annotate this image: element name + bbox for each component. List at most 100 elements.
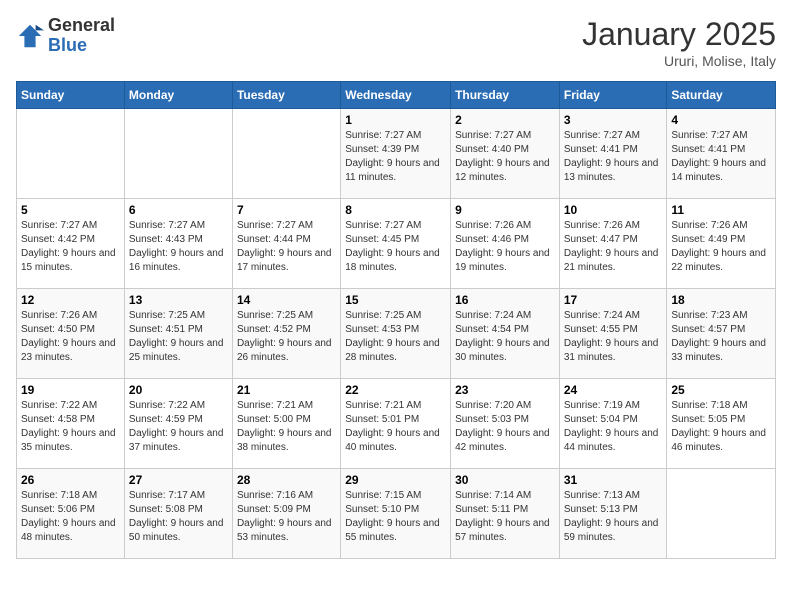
cell-details: Sunrise: 7:13 AM Sunset: 5:13 PM Dayligh…: [564, 489, 663, 545]
calendar-cell: 3 Sunrise: 7:27 AM Sunset: 4:41 PM Daylig…: [559, 109, 667, 199]
day-number: 17: [564, 293, 663, 307]
calendar-cell: 25Sunrise: 7:18 AM Sunset: 5:05 PM Dayli…: [667, 379, 776, 469]
logo-blue: Blue: [48, 36, 115, 56]
calendar-cell: 4Sunrise: 7:27 AM Sunset: 4:41 PM Daylig…: [667, 109, 776, 199]
month-title: January 2025: [582, 16, 776, 53]
calendar-cell: 13 Sunrise: 7:25 AM Sunset: 4:51 PM Dayli…: [124, 289, 232, 379]
day-number: 5: [21, 203, 120, 217]
week-row-1: 1Sunrise: 7:27 AM Sunset: 4:39 PM Daylig…: [17, 109, 776, 199]
calendar-cell: 18Sunrise: 7:23 AM Sunset: 4:57 PM Dayli…: [667, 289, 776, 379]
calendar-cell: 5 Sunrise: 7:27 AM Sunset: 4:42 PM Daylig…: [17, 199, 125, 289]
week-row-3: 12 Sunrise: 7:26 AM Sunset: 4:50 PM Dayli…: [17, 289, 776, 379]
calendar-cell: [17, 109, 125, 199]
cell-details: Sunrise: 7:27 AM Sunset: 4:42 PM Dayligh…: [21, 219, 120, 275]
cell-details: Sunrise: 7:26 AM Sunset: 4:46 PM Dayligh…: [455, 219, 555, 275]
day-number: 28: [237, 473, 336, 487]
calendar-cell: 9 Sunrise: 7:26 AM Sunset: 4:46 PM Daylig…: [451, 199, 560, 289]
calendar-cell: 12 Sunrise: 7:26 AM Sunset: 4:50 PM Dayli…: [17, 289, 125, 379]
cell-details: Sunrise: 7:25 AM Sunset: 4:53 PM Dayligh…: [345, 309, 446, 365]
day-number: 26: [21, 473, 120, 487]
calendar-cell: 14 Sunrise: 7:25 AM Sunset: 4:52 PM Dayli…: [232, 289, 340, 379]
day-number: 29: [345, 473, 446, 487]
day-number: 10: [564, 203, 663, 217]
weekday-header-wednesday: Wednesday: [341, 82, 451, 109]
day-number: 9: [455, 203, 555, 217]
page-header: General Blue January 2025 Ururi, Molise,…: [16, 16, 776, 69]
day-number: 19: [21, 383, 120, 397]
cell-details: Sunrise: 7:24 AM Sunset: 4:54 PM Dayligh…: [455, 309, 555, 365]
day-number: 11: [671, 203, 771, 217]
cell-details: Sunrise: 7:25 AM Sunset: 4:52 PM Dayligh…: [237, 309, 336, 365]
calendar-cell: 8 Sunrise: 7:27 AM Sunset: 4:45 PM Daylig…: [341, 199, 451, 289]
logo-general: General: [48, 16, 115, 36]
day-number: 13: [129, 293, 228, 307]
day-number: 16: [455, 293, 555, 307]
weekday-header-row: SundayMondayTuesdayWednesdayThursdayFrid…: [17, 82, 776, 109]
day-number: 7: [237, 203, 336, 217]
cell-details: Sunrise: 7:26 AM Sunset: 4:50 PM Dayligh…: [21, 309, 120, 365]
day-number: 4: [671, 113, 771, 127]
cell-details: Sunrise: 7:27 AM Sunset: 4:43 PM Dayligh…: [129, 219, 228, 275]
day-number: 2: [455, 113, 555, 127]
week-row-5: 26Sunrise: 7:18 AM Sunset: 5:06 PM Dayli…: [17, 469, 776, 559]
weekday-header-monday: Monday: [124, 82, 232, 109]
day-number: 31: [564, 473, 663, 487]
calendar-cell: 28 Sunrise: 7:16 AM Sunset: 5:09 PM Dayli…: [232, 469, 340, 559]
cell-details: Sunrise: 7:23 AM Sunset: 4:57 PM Dayligh…: [671, 309, 771, 365]
cell-details: Sunrise: 7:21 AM Sunset: 5:00 PM Dayligh…: [237, 399, 336, 455]
day-number: 8: [345, 203, 446, 217]
cell-details: Sunrise: 7:27 AM Sunset: 4:45 PM Dayligh…: [345, 219, 446, 275]
day-number: 20: [129, 383, 228, 397]
weekday-header-friday: Friday: [559, 82, 667, 109]
calendar-cell: 2 Sunrise: 7:27 AM Sunset: 4:40 PM Daylig…: [451, 109, 560, 199]
day-number: 14: [237, 293, 336, 307]
cell-details: Sunrise: 7:19 AM Sunset: 5:04 PM Dayligh…: [564, 399, 663, 455]
day-number: 21: [237, 383, 336, 397]
cell-details: Sunrise: 7:17 AM Sunset: 5:08 PM Dayligh…: [129, 489, 228, 545]
cell-details: Sunrise: 7:26 AM Sunset: 4:47 PM Dayligh…: [564, 219, 663, 275]
calendar-cell: 29 Sunrise: 7:15 AM Sunset: 5:10 PM Dayli…: [341, 469, 451, 559]
cell-details: Sunrise: 7:16 AM Sunset: 5:09 PM Dayligh…: [237, 489, 336, 545]
cell-details: Sunrise: 7:27 AM Sunset: 4:44 PM Dayligh…: [237, 219, 336, 275]
logo: General Blue: [16, 16, 115, 56]
cell-details: Sunrise: 7:22 AM Sunset: 4:59 PM Dayligh…: [129, 399, 228, 455]
cell-details: Sunrise: 7:26 AM Sunset: 4:49 PM Dayligh…: [671, 219, 771, 275]
calendar-cell: 20 Sunrise: 7:22 AM Sunset: 4:59 PM Dayli…: [124, 379, 232, 469]
cell-details: Sunrise: 7:27 AM Sunset: 4:41 PM Dayligh…: [564, 129, 663, 185]
weekday-header-thursday: Thursday: [451, 82, 560, 109]
day-number: 25: [671, 383, 771, 397]
calendar-cell: [124, 109, 232, 199]
cell-details: Sunrise: 7:20 AM Sunset: 5:03 PM Dayligh…: [455, 399, 555, 455]
day-number: 23: [455, 383, 555, 397]
week-row-2: 5 Sunrise: 7:27 AM Sunset: 4:42 PM Daylig…: [17, 199, 776, 289]
calendar-cell: 6 Sunrise: 7:27 AM Sunset: 4:43 PM Daylig…: [124, 199, 232, 289]
cell-details: Sunrise: 7:22 AM Sunset: 4:58 PM Dayligh…: [21, 399, 120, 455]
cell-details: Sunrise: 7:25 AM Sunset: 4:51 PM Dayligh…: [129, 309, 228, 365]
day-number: 27: [129, 473, 228, 487]
cell-details: Sunrise: 7:15 AM Sunset: 5:10 PM Dayligh…: [345, 489, 446, 545]
weekday-header-saturday: Saturday: [667, 82, 776, 109]
day-number: 6: [129, 203, 228, 217]
day-number: 15: [345, 293, 446, 307]
cell-details: Sunrise: 7:21 AM Sunset: 5:01 PM Dayligh…: [345, 399, 446, 455]
cell-details: Sunrise: 7:27 AM Sunset: 4:40 PM Dayligh…: [455, 129, 555, 185]
week-row-4: 19 Sunrise: 7:22 AM Sunset: 4:58 PM Dayli…: [17, 379, 776, 469]
weekday-header-sunday: Sunday: [17, 82, 125, 109]
day-number: 24: [564, 383, 663, 397]
calendar-cell: 24 Sunrise: 7:19 AM Sunset: 5:04 PM Dayli…: [559, 379, 667, 469]
calendar-cell: 19 Sunrise: 7:22 AM Sunset: 4:58 PM Dayli…: [17, 379, 125, 469]
calendar-cell: 26Sunrise: 7:18 AM Sunset: 5:06 PM Dayli…: [17, 469, 125, 559]
day-number: 30: [455, 473, 555, 487]
calendar-table: SundayMondayTuesdayWednesdayThursdayFrid…: [16, 81, 776, 559]
calendar-cell: 17Sunrise: 7:24 AM Sunset: 4:55 PM Dayli…: [559, 289, 667, 379]
cell-details: Sunrise: 7:14 AM Sunset: 5:11 PM Dayligh…: [455, 489, 555, 545]
calendar-cell: 15 Sunrise: 7:25 AM Sunset: 4:53 PM Dayli…: [341, 289, 451, 379]
calendar-cell: 7 Sunrise: 7:27 AM Sunset: 4:44 PM Daylig…: [232, 199, 340, 289]
calendar-cell: 27 Sunrise: 7:17 AM Sunset: 5:08 PM Dayli…: [124, 469, 232, 559]
logo-icon: [16, 22, 44, 50]
day-number: 3: [564, 113, 663, 127]
calendar-cell: 10 Sunrise: 7:26 AM Sunset: 4:47 PM Dayli…: [559, 199, 667, 289]
calendar-cell: 23 Sunrise: 7:20 AM Sunset: 5:03 PM Dayli…: [451, 379, 560, 469]
calendar-cell: 31 Sunrise: 7:13 AM Sunset: 5:13 PM Dayli…: [559, 469, 667, 559]
day-number: 12: [21, 293, 120, 307]
